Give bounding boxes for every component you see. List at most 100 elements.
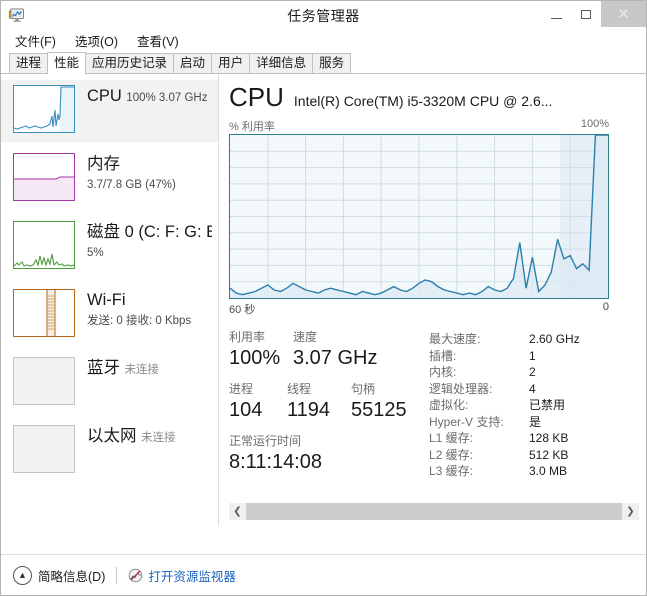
virtualization-label: 虚拟化:: [429, 398, 469, 412]
spec-row-sockets: 插槽: 1: [429, 348, 646, 365]
stat-labels-row-2: 进程 线程 句柄: [229, 381, 429, 397]
l2-cache-value: 512 KB: [529, 447, 569, 462]
performance-detail-panel: CPU Intel(R) Core(TM) i5-3320M CPU @ 2.6…: [219, 74, 646, 526]
sidebar-cpu-title: CPU: [87, 87, 122, 105]
graph-time-labels: 60 秒 0: [229, 301, 609, 317]
maximize-button[interactable]: [571, 1, 601, 27]
sidebar-item-disk[interactable]: 磁盘 0 (C: F: G: E: 5%: [1, 216, 218, 278]
spec-row-l2-cache: L2 缓存: 512 KB: [429, 447, 646, 464]
sidebar-memory-sub: 3.7/7.8 GB (47%): [87, 179, 176, 191]
cpu-utilization-graph: [229, 134, 609, 299]
sidebar-disk-sub: 5%: [87, 247, 104, 259]
cores-value: 2: [529, 365, 536, 379]
handles-value: 55125: [351, 399, 407, 421]
utilization-value: 100%: [229, 347, 281, 369]
status-divider: [116, 566, 118, 584]
horizontal-scrollbar[interactable]: ❮ ❯: [229, 503, 639, 520]
sockets-label: 插槽:: [429, 348, 457, 363]
resource-monitor-icon: [128, 568, 143, 583]
sockets-value: 1: [529, 348, 536, 363]
sidebar-item-wifi[interactable]: Wi-Fi 发送: 0 接收: 0 Kbps: [1, 284, 218, 346]
hyperv-value: 是: [529, 414, 542, 429]
scroll-left-arrow-icon[interactable]: ❮: [229, 503, 246, 520]
resource-monitor-label: 打开资源监视器: [148, 569, 236, 584]
sidebar-item-memory[interactable]: 内存 3.7/7.8 GB (47%): [1, 148, 218, 210]
tab-processes[interactable]: 进程: [9, 53, 49, 74]
scrollbar-thumb[interactable]: [246, 503, 622, 520]
close-button[interactable]: ✕: [601, 1, 646, 27]
y-axis-max-label: 100%: [580, 118, 609, 130]
uptime-value: 8:11:14:08: [229, 451, 323, 473]
max-speed-label: 最大速度:: [429, 332, 481, 346]
sidebar-disk-text: 磁盘 0 (C: F: G: E: 5%: [87, 221, 212, 261]
sidebar-wifi-text: Wi-Fi 发送: 0 接收: 0 Kbps: [87, 289, 212, 329]
threads-value: 1194: [287, 399, 331, 421]
sidebar-item-bluetooth[interactable]: 蓝牙 未连接: [1, 352, 218, 414]
sidebar-item-ethernet[interactable]: 以太网 未连接: [1, 420, 218, 482]
spec-row-hyperv: Hyper-V 支持: 是: [429, 414, 646, 431]
time-start-label: 60 秒: [229, 304, 256, 316]
l3-cache-value: 3.0 MB: [529, 464, 568, 478]
tab-bar: 进程 性能 应用历史记录 启动 用户 详细信息 服务: [1, 52, 646, 74]
hyperv-label: Hyper-V 支持:: [429, 414, 504, 429]
tab-app-history[interactable]: 应用历史记录: [85, 53, 175, 74]
sidebar-item-cpu[interactable]: CPU 100% 3.07 GHz: [1, 80, 218, 142]
status-bar: ▲ 简略信息(D) 打开资源监视器: [1, 554, 646, 595]
graph-axis-labels: % 利用率 100%: [229, 118, 609, 134]
open-resource-monitor-link[interactable]: 打开资源监视器: [128, 566, 236, 585]
handles-label: 句柄: [351, 382, 376, 396]
speed-label: 速度: [293, 330, 318, 344]
sidebar-cpu-text: CPU 100% 3.07 GHz: [87, 85, 207, 107]
sidebar-memory-text: 内存 3.7/7.8 GB (47%): [87, 153, 212, 193]
spec-row-max-speed: 最大速度: 2.60 GHz: [429, 331, 646, 348]
stat-values-row-1: 100% 3.07 GHz: [229, 345, 429, 371]
stats-area: 利用率 速度 100% 3.07 GHz 进程 线程 句柄 104 1194 5…: [229, 329, 646, 485]
sidebar-cpu-sub: 100% 3.07 GHz: [126, 92, 208, 104]
spec-row-l1-cache: L1 缓存: 128 KB: [429, 430, 646, 447]
sidebar-wifi-title: Wi-Fi: [87, 291, 126, 309]
stats-right-column: 最大速度: 2.60 GHz 插槽: 1 内核: 2 逻辑处理器: 4 虚拟化:…: [429, 329, 646, 485]
tab-services[interactable]: 服务: [312, 53, 352, 74]
cpu-model-label: Intel(R) Core(TM) i5-3320M CPU @ 2.6...: [293, 93, 553, 109]
virtualization-value: 已禁用: [529, 398, 566, 412]
bluetooth-mini-graph-icon: [13, 357, 75, 405]
sidebar-ethernet-text: 以太网 未连接: [87, 425, 175, 447]
menu-view[interactable]: 查看(V): [131, 29, 188, 52]
utilization-label: 利用率: [229, 330, 266, 344]
sidebar-bluetooth-sub: 未连接: [124, 364, 159, 376]
l1-cache-label: L1 缓存:: [429, 431, 474, 445]
minimize-button[interactable]: [541, 1, 571, 27]
sidebar-ethernet-sub: 未连接: [140, 432, 176, 444]
tab-performance[interactable]: 性能: [47, 52, 87, 74]
stat-group-uptime: 正常运行时间 8:11:14:08: [229, 433, 429, 475]
title-bar: 任务管理器 ✕: [1, 1, 646, 29]
menu-bar: 文件(F) 选项(O) 查看(V): [1, 29, 646, 52]
max-speed-value: 2.60 GHz: [529, 332, 580, 346]
scroll-right-arrow-icon[interactable]: ❯: [622, 503, 639, 520]
tab-users[interactable]: 用户: [211, 53, 251, 74]
cores-label: 内核:: [429, 365, 457, 379]
spec-row-virtualization: 虚拟化: 已禁用: [429, 397, 646, 414]
spec-row-l3-cache: L3 缓存: 3.0 MB: [429, 463, 646, 480]
tab-startup[interactable]: 启动: [173, 53, 213, 74]
menu-options[interactable]: 选项(O): [69, 29, 127, 52]
fewer-details-button[interactable]: ▲ 简略信息(D): [13, 565, 106, 585]
page-title: CPU: [229, 82, 284, 112]
menu-file[interactable]: 文件(F): [9, 29, 65, 52]
resource-sidebar: CPU 100% 3.07 GHz 内存 3.7/7.8 GB (47%) 磁盘…: [1, 74, 219, 526]
sidebar-bluetooth-text: 蓝牙 未连接: [87, 357, 159, 379]
threads-label: 线程: [287, 382, 312, 396]
fewer-details-label: 简略信息(D): [38, 569, 106, 584]
cpu-graph-svg: [230, 135, 608, 298]
stat-labels-row-1: 利用率 速度: [229, 329, 429, 345]
l3-cache-label: L3 缓存:: [429, 464, 474, 478]
sidebar-memory-title: 内存: [87, 155, 120, 173]
disk-mini-graph-icon: [13, 221, 75, 269]
stat-group-utilization-speed: 利用率 速度 100% 3.07 GHz: [229, 329, 429, 371]
sidebar-disk-title: 磁盘 0 (C: F: G: E:: [87, 223, 212, 241]
stat-group-processes: 进程 线程 句柄 104 1194 55125: [229, 381, 429, 423]
chevron-up-icon: ▲: [13, 565, 32, 585]
tab-details[interactable]: 详细信息: [249, 53, 314, 74]
logical-processors-value: 4: [529, 381, 536, 396]
stats-left-column: 利用率 速度 100% 3.07 GHz 进程 线程 句柄 104 1194 5…: [229, 329, 429, 485]
